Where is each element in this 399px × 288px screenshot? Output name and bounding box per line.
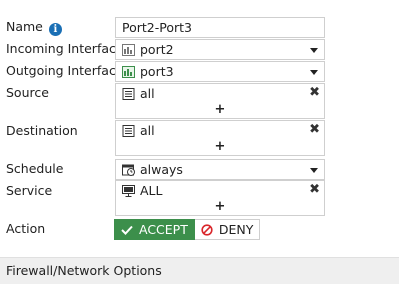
outgoing-interface-select[interactable]: port3 <box>115 61 325 82</box>
outgoing-interface-label: Outgoing Interface <box>6 63 124 78</box>
service-field[interactable]: ALL ✖ + <box>115 180 325 216</box>
address-icon <box>122 125 135 137</box>
action-toggle: ACCEPT DENY <box>114 219 261 240</box>
schedule-label: Schedule <box>6 161 64 176</box>
accept-button[interactable]: ACCEPT <box>114 219 195 240</box>
destination-value: all <box>140 123 155 138</box>
schedule-icon <box>122 164 135 176</box>
deny-icon <box>201 223 213 236</box>
port-icon <box>122 44 135 56</box>
name-value: Port2-Port3 <box>122 20 192 35</box>
name-input[interactable]: Port2-Port3 <box>115 17 325 38</box>
add-source-button[interactable]: + <box>116 102 324 118</box>
incoming-interface-select[interactable]: port2 <box>115 39 325 60</box>
outgoing-interface-value: port3 <box>140 64 174 79</box>
name-label-text: Name <box>6 19 43 34</box>
firewall-options-title: Firewall/Network Options <box>6 263 162 278</box>
chevron-down-icon <box>310 168 318 173</box>
add-destination-button[interactable]: + <box>116 139 324 155</box>
check-icon <box>121 225 133 235</box>
service-value: ALL <box>140 183 163 198</box>
name-label: Name i <box>6 19 62 36</box>
close-icon[interactable]: ✖ <box>309 85 320 101</box>
destination-label: Destination <box>6 123 78 138</box>
source-field[interactable]: all ✖ + <box>115 83 325 119</box>
close-icon[interactable]: ✖ <box>309 122 320 138</box>
info-icon[interactable]: i <box>48 23 62 36</box>
chevron-down-icon <box>310 48 318 53</box>
port-icon-green <box>122 66 135 78</box>
source-value: all <box>140 86 155 101</box>
deny-button[interactable]: DENY <box>194 219 261 240</box>
address-icon <box>122 88 135 100</box>
deny-label: DENY <box>218 222 254 237</box>
schedule-select[interactable]: always <box>115 159 325 180</box>
incoming-interface-value: port2 <box>140 42 174 57</box>
add-service-button[interactable]: + <box>116 199 324 215</box>
destination-field[interactable]: all ✖ + <box>115 120 325 156</box>
close-icon[interactable]: ✖ <box>309 182 320 198</box>
action-label: Action <box>6 221 46 236</box>
schedule-value: always <box>140 162 183 177</box>
service-icon <box>122 185 135 197</box>
source-label: Source <box>6 85 49 100</box>
chevron-down-icon <box>310 70 318 75</box>
accept-label: ACCEPT <box>139 222 188 237</box>
firewall-options-section[interactable]: Firewall/Network Options <box>0 257 399 284</box>
incoming-interface-label: Incoming Interface <box>6 41 124 56</box>
service-label: Service <box>6 183 53 198</box>
